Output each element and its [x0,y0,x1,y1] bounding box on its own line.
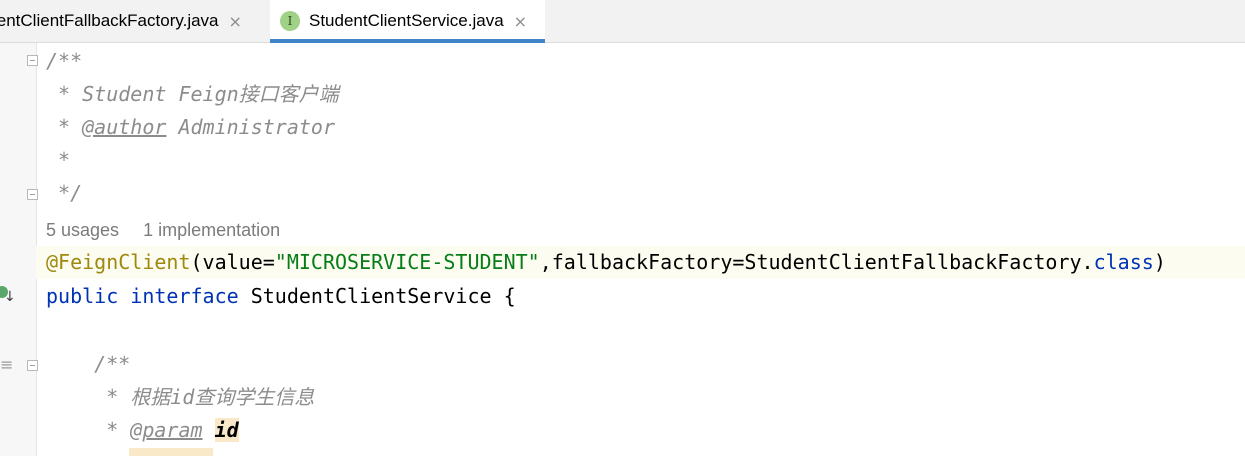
tab-label: lentClientFallbackFactory.java [0,11,219,30]
editor-tab-bar: lentClientFallbackFactory.java × I Stude… [0,0,1245,43]
feign-client-annotation: @FeignClient [46,250,191,274]
doc-comment-open: /** [46,49,83,73]
close-icon[interactable]: × [229,12,242,31]
method-doc-param: * @param id [46,418,239,442]
author-tag: @author [82,115,167,139]
method-doc-desc: * 根据id查询学生信息 [46,385,315,409]
code-editor[interactable]: /** * Student Feign接口客户端 * @author Admin… [36,43,1245,456]
doc-comment-close: */ [46,181,83,205]
annotation-line: @FeignClient(value="MICROSERVICE-STUDENT… [36,246,1245,279]
code-vision-hints: 5 usages 1 implementation [46,215,304,245]
method-doc-open: /** [46,352,131,376]
interface-icon: I [280,11,300,31]
doc-comment-line: * [46,148,71,172]
interface-declaration-line: public interface StudentClientService { [46,284,516,308]
implemented-interface-icon[interactable]: ↓ [0,286,16,308]
string-literal: "MICROSERVICE-STUDENT" [274,250,540,274]
tab-label: StudentClientService.java [309,11,504,30]
tab-student-client-service[interactable]: I StudentClientService.java × [270,0,545,43]
highlight-marker [129,448,213,456]
param-tag: @param [130,418,203,442]
doc-comment-author: * @author Administrator [46,115,335,139]
doc-comment-line: * Student Feign接口客户端 [46,82,339,106]
param-name: id [214,418,239,442]
tab-student-client-fallback-factory[interactable]: lentClientFallbackFactory.java × [0,0,252,42]
usages-hint[interactable]: 5 usages [46,220,119,240]
close-icon[interactable]: × [514,12,527,31]
implementation-hint[interactable]: 1 implementation [143,220,280,240]
